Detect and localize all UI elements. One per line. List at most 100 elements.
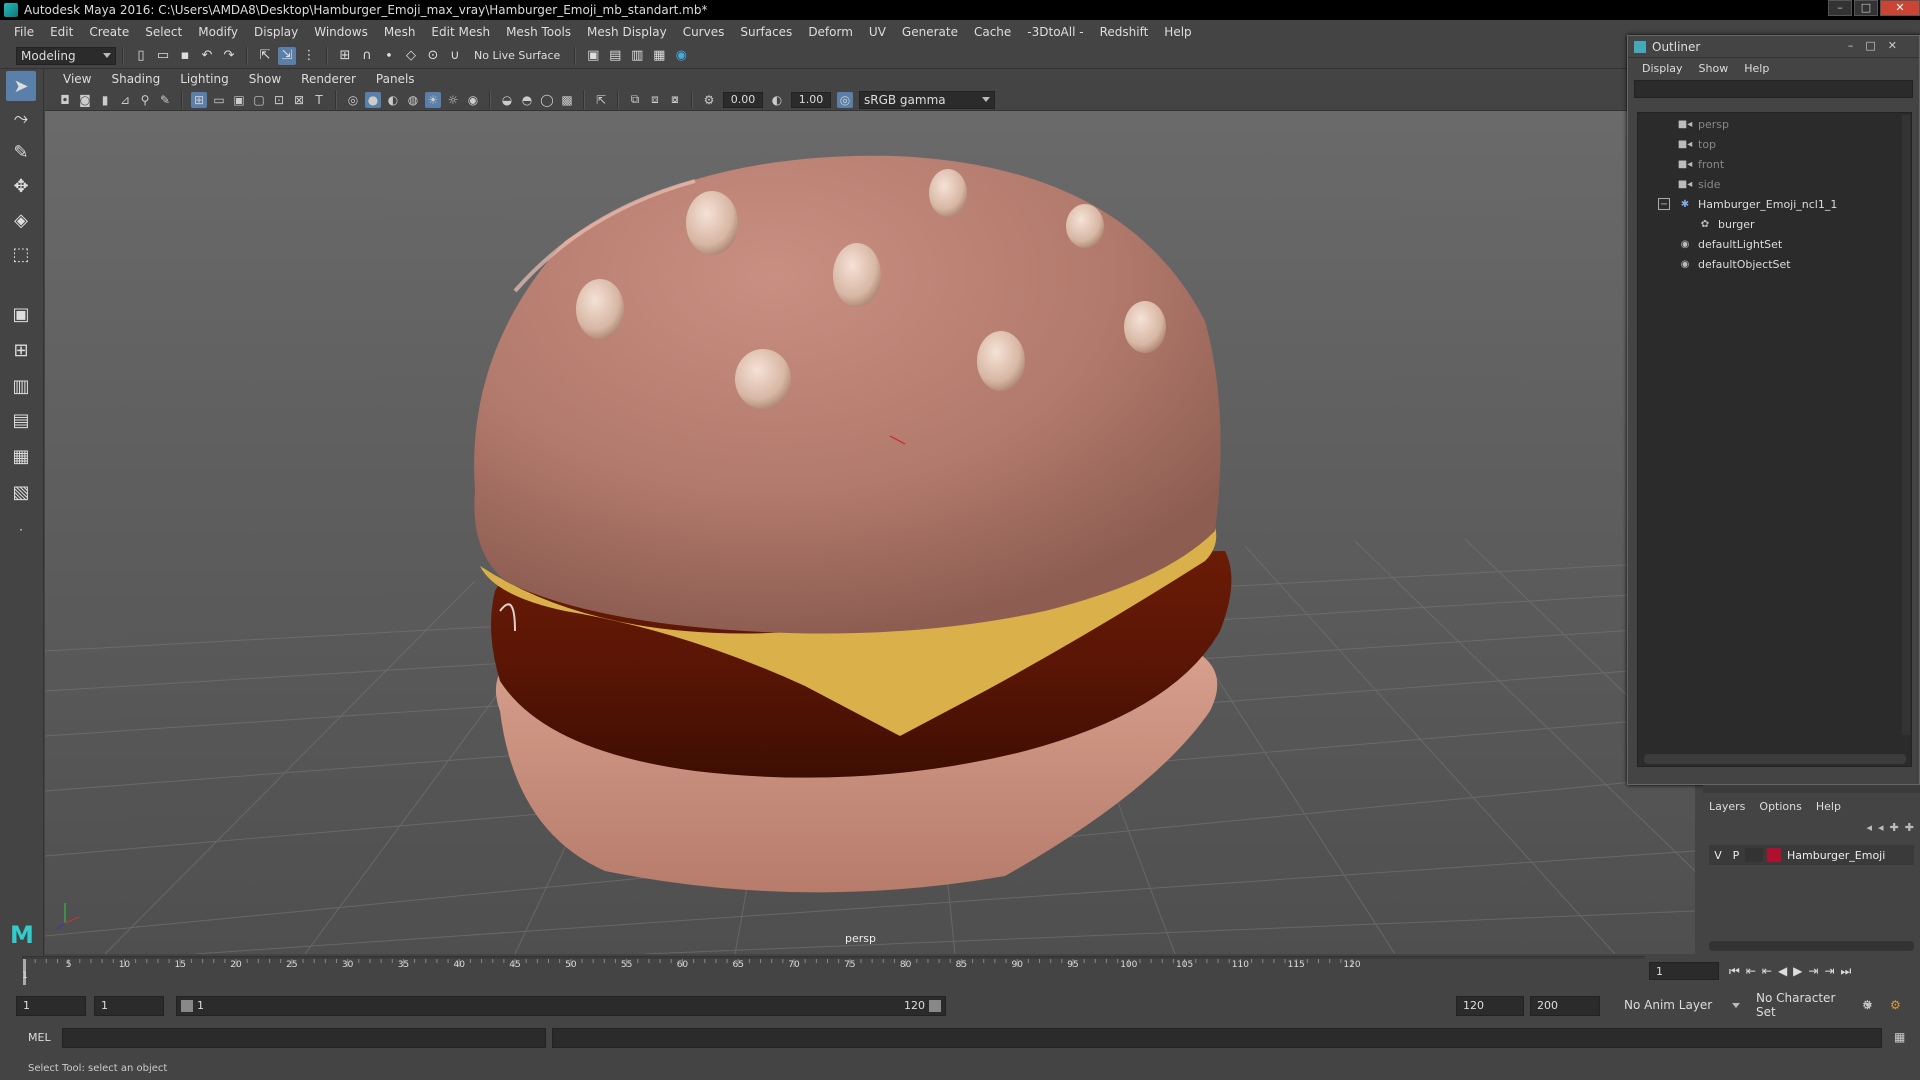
expand-toggle-icon[interactable]: − (1658, 198, 1670, 210)
camera-icon[interactable]: ◘ (57, 92, 73, 108)
gate-mask-icon[interactable]: ▢ (251, 92, 267, 108)
select-component-icon[interactable]: ⋮ (300, 47, 318, 65)
layer-name[interactable]: Hamburger_Emoji (1787, 849, 1885, 862)
menu-edit-mesh[interactable]: Edit Mesh (423, 25, 498, 39)
snap-live-icon[interactable]: ⊙ (424, 47, 442, 65)
snap-view-plane-icon[interactable]: ◇ (402, 47, 420, 65)
outliner-node-side[interactable]: ■◂ side (1678, 175, 1721, 193)
outliner-window-controls[interactable]: –□✕ (1848, 39, 1909, 52)
motion-blur-icon[interactable]: ◒ (499, 92, 515, 108)
range-slider-start-handle[interactable] (181, 1000, 193, 1012)
play-forward-icon[interactable]: ▶ (1793, 964, 1802, 979)
range-slider[interactable]: 1 120 (176, 996, 946, 1016)
scale-tool-icon[interactable]: ⬚ (6, 239, 36, 269)
menu-cache[interactable]: Cache (966, 25, 1019, 39)
panel-menu-show[interactable]: Show (239, 72, 291, 86)
wireframe-on-shaded-icon[interactable]: ◐ (385, 92, 401, 108)
safe-action-icon[interactable]: ⊠ (291, 92, 307, 108)
time-slider[interactable]: 5 10 15 20 25 30 35 40 45 50 55 60 65 70 75 80 85 90 95 100… (22, 956, 1662, 986)
grease-pencil-icon[interactable]: ✎ (157, 92, 173, 108)
menu-file[interactable]: File (6, 25, 42, 39)
magnet-icon[interactable]: ∪ (446, 47, 464, 65)
snap-point-icon[interactable]: ∙ (380, 47, 398, 65)
step-back-frame-icon[interactable]: ⇤ (1762, 964, 1772, 979)
menu-windows[interactable]: Windows (306, 25, 376, 39)
layer-menu-options[interactable]: Options (1759, 800, 1801, 813)
backface-culling-icon[interactable]: ⧇ (667, 92, 683, 108)
auto-key-icon[interactable]: ⚙ (1862, 998, 1873, 1012)
snap-curve-icon[interactable]: ∩ (358, 47, 376, 65)
select-hierarchy-icon[interactable]: ⇱ (256, 47, 274, 65)
xray-icon[interactable]: ▩ (559, 92, 575, 108)
hypershade-icon[interactable]: ◉ (672, 47, 690, 65)
layer-row[interactable]: V P Hamburger_Emoji (1709, 845, 1914, 865)
smooth-shade-icon[interactable]: ● (365, 91, 381, 108)
exposure-icon[interactable]: ⚙ (701, 92, 717, 108)
outliner-node-burger[interactable]: ✿ burger (1698, 215, 1755, 233)
layer-tabs[interactable] (1703, 785, 1920, 793)
lasso-tool-icon[interactable]: ⤳ (6, 103, 36, 133)
save-scene-icon[interactable]: ▪ (176, 47, 194, 65)
ambient-occlusion-icon[interactable]: ◉ (465, 92, 481, 108)
new-scene-icon[interactable]: ▯ (132, 47, 150, 65)
create-layer-from-selection-icon[interactable]: ✚ (1905, 821, 1914, 834)
viewport-persp[interactable] (45, 111, 1695, 954)
menu-curves[interactable]: Curves (675, 25, 733, 39)
menu-mesh-tools[interactable]: Mesh Tools (498, 25, 579, 39)
current-frame-field[interactable]: 1 (1649, 962, 1719, 980)
render-settings-icon[interactable]: ▦ (650, 47, 668, 65)
view-transform-dropdown[interactable]: sRGB gamma (859, 90, 995, 109)
panel-menu-view[interactable]: View (53, 72, 101, 86)
camera-attributes-icon[interactable]: ◙ (77, 92, 93, 108)
single-view-layout-icon[interactable]: ▣ (6, 299, 36, 329)
outliner-menu-help[interactable]: Help (1736, 62, 1777, 75)
minimize-button[interactable]: – (1828, 0, 1852, 16)
menu-create[interactable]: Create (81, 25, 137, 39)
undo-icon[interactable]: ↶ (198, 47, 216, 65)
2d-pan-zoom-icon[interactable]: ⚲ (137, 92, 153, 108)
grid-toggle-icon[interactable]: ⊞ (191, 91, 207, 108)
layer-visibility-toggle[interactable]: V (1709, 849, 1727, 862)
bookmark-icon[interactable]: ▮ (97, 92, 113, 108)
select-object-icon[interactable]: ⇲ (278, 46, 296, 65)
use-all-lights-icon[interactable]: ☀ (425, 91, 441, 108)
character-set-dropdown[interactable]: No Character Set (1752, 991, 1876, 1019)
exposure-field[interactable]: 0.00 (723, 91, 763, 108)
render-frame-icon[interactable]: ▣ (584, 47, 602, 65)
open-scene-icon[interactable]: ▭ (154, 47, 172, 65)
image-plane-icon[interactable]: ⊿ (117, 92, 133, 108)
outliner-node-front[interactable]: ■◂ front (1678, 155, 1724, 173)
gamma-icon[interactable]: ◐ (769, 92, 785, 108)
snap-grid-icon[interactable]: ⊞ (336, 47, 354, 65)
panel-menu-panels[interactable]: Panels (366, 72, 425, 86)
step-back-key-icon[interactable]: ⇤ (1746, 964, 1756, 979)
color-management-icon[interactable]: ◎ (837, 91, 853, 108)
menu-help[interactable]: Help (1156, 25, 1199, 39)
animation-end-field[interactable]: 200 (1530, 996, 1600, 1016)
render-view-icon[interactable]: ▤ (606, 47, 624, 65)
four-view-layout-icon[interactable]: ⊞ (6, 335, 36, 365)
paint-select-icon[interactable]: ✎ (6, 137, 36, 167)
anim-layer-dropdown[interactable]: No Anim Layer (1620, 996, 1744, 1014)
menu-select[interactable]: Select (137, 25, 190, 39)
redo-icon[interactable]: ↷ (220, 47, 238, 65)
playback-start-field[interactable]: 1 (94, 996, 164, 1016)
menu-3dtoall[interactable]: -3DtoAll - (1019, 25, 1091, 39)
outliner-node-defaultobjectset[interactable]: ◉ defaultObjectSet (1678, 255, 1791, 273)
menu-redshift[interactable]: Redshift (1092, 25, 1157, 39)
animation-preferences-icon[interactable]: ⚙ (1890, 998, 1901, 1012)
uv-layout-icon[interactable]: ▧ (6, 477, 36, 507)
graph-editor-layout-icon[interactable]: ▤ (6, 405, 36, 435)
outliner-node-persp[interactable]: ■◂ persp (1678, 115, 1729, 133)
play-backward-icon[interactable]: ◀ (1778, 964, 1787, 979)
menu-surfaces[interactable]: Surfaces (732, 25, 800, 39)
step-forward-frame-icon[interactable]: ⇥ (1808, 964, 1818, 979)
outliner-vertical-scrollbar[interactable] (1902, 115, 1910, 735)
command-language-label[interactable]: MEL (28, 1031, 51, 1044)
layer-color-swatch[interactable] (1767, 848, 1781, 862)
menu-set-dropdown[interactable]: Modeling (16, 46, 116, 65)
menu-uv[interactable]: UV (861, 25, 894, 39)
field-chart-icon[interactable]: ⊡ (271, 92, 287, 108)
menu-generate[interactable]: Generate (894, 25, 966, 39)
close-button[interactable]: ✕ (1880, 0, 1920, 16)
